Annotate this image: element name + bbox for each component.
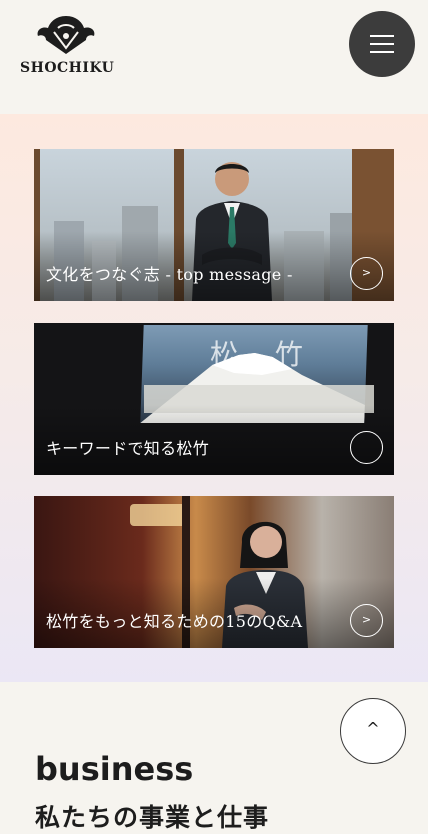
- site-header: SHOCHIKU: [0, 0, 428, 114]
- feature-cards-section: 文化をつなぐ志 - top message - > 松 竹 キーワードで知る松竹: [0, 114, 428, 682]
- poster-kanji: 松 竹: [210, 338, 317, 371]
- card-title: キーワードで知る松竹: [46, 439, 210, 458]
- logo-text: SHOCHIKU: [20, 60, 115, 76]
- card-qa[interactable]: 松竹をもっと知るための15のQ&A >: [34, 496, 394, 648]
- hamburger-icon-line: [370, 51, 394, 53]
- logo-crest-icon: [37, 16, 95, 54]
- menu-button[interactable]: [349, 11, 415, 77]
- hamburger-icon-line: [370, 43, 394, 45]
- shochiku-logo[interactable]: SHOCHIKU: [20, 12, 115, 78]
- card-keywords[interactable]: 松 竹 キーワードで知る松竹: [34, 323, 394, 475]
- hamburger-icon: [370, 35, 394, 37]
- chevron-right-icon: >: [350, 257, 383, 290]
- card-title: 松竹をもっと知るための15のQ&A: [46, 612, 303, 631]
- chevron-right-icon: >: [350, 604, 383, 637]
- card-top-message[interactable]: 文化をつなぐ志 - top message - >: [34, 149, 394, 301]
- card-title: 文化をつなぐ志 - top message -: [46, 265, 293, 284]
- section-title-en: business: [35, 750, 194, 788]
- back-to-top-button[interactable]: ^: [340, 698, 406, 764]
- arrow-up-icon: ^: [366, 719, 380, 738]
- section-title-ja: 私たちの事業と仕事: [35, 803, 270, 832]
- lantern-glow: [130, 504, 186, 526]
- circle-icon: [350, 431, 383, 464]
